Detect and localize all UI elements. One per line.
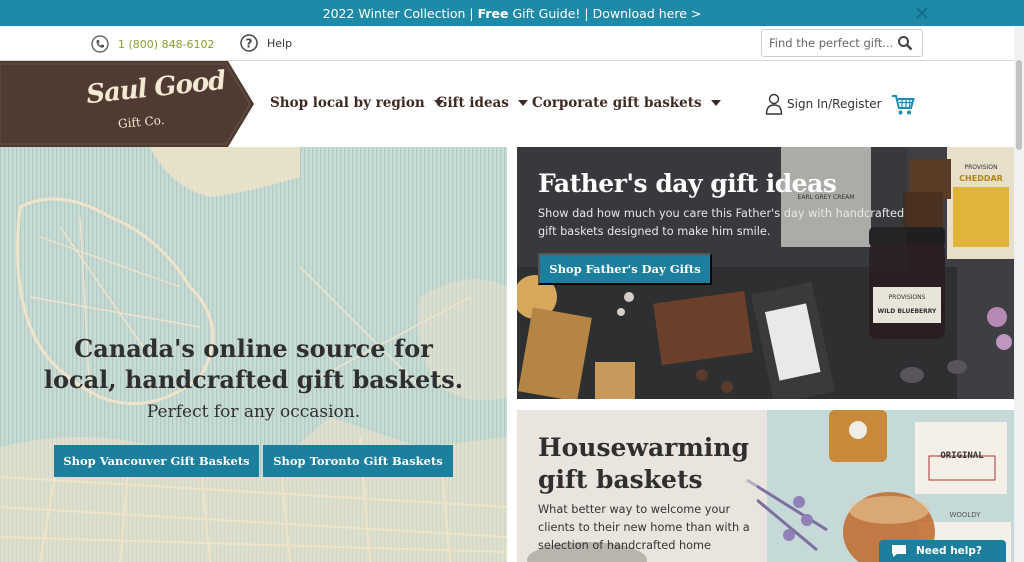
need-help-chat-button[interactable]: Need help? <box>879 540 1006 562</box>
search-icon[interactable] <box>897 35 913 51</box>
chat-icon <box>892 545 906 557</box>
help-label: Help <box>267 36 293 50</box>
announcement-bar[interactable]: 2022 Winter Collection | Free Gift Guide… <box>0 0 1024 26</box>
housewarming-title-line2: gift baskets <box>538 465 703 494</box>
svg-text:?: ? <box>246 37 253 51</box>
close-icon[interactable] <box>914 5 930 21</box>
announcement-prefix: 2022 Winter Collection | <box>322 5 474 21</box>
phone-number: 1 (800) 848-6102 <box>118 37 215 51</box>
announcement-middle: Gift Guide! <box>512 5 581 21</box>
jam-brand-label: PROVISIONS <box>889 294 926 301</box>
search-input[interactable] <box>769 36 893 50</box>
logo[interactable]: Saul Good Gift Co. <box>0 61 254 147</box>
housewarming-text: What better way to welcome your clients … <box>538 503 750 552</box>
nav-label: Shop local by region <box>270 95 425 111</box>
phone-link[interactable]: 1 (800) 848-6102 <box>91 35 215 53</box>
user-icon <box>765 93 783 115</box>
help-icon: ? <box>240 34 258 52</box>
help-link[interactable]: ? Help <box>240 34 292 52</box>
hero-subtitle: Perfect for any occasion. <box>146 402 361 422</box>
shop-fathers-day-button[interactable]: Shop Father's Day Gifts <box>538 253 712 285</box>
announcement-free: Free <box>477 5 509 21</box>
shop-toronto-button[interactable]: Shop Toronto Gift Baskets <box>263 445 453 477</box>
caret-down-icon <box>710 100 721 106</box>
main-header: Saul Good Gift Co. Shop local by region … <box>0 61 1024 147</box>
wooldy-label: WOOLDY <box>949 511 981 519</box>
hero-title-line1: Canada's online source for <box>74 334 433 363</box>
shop-vancouver-button[interactable]: Shop Vancouver Gift Baskets <box>54 445 259 477</box>
fathers-day-card[interactable]: EARL GREY CREAM PROVISION CHEDDAR PROVIS… <box>517 147 1014 399</box>
housewarming-title-line1: Housewarming <box>538 433 749 462</box>
nav-gift-ideas[interactable]: Gift ideas <box>436 95 528 111</box>
fathers-day-text: Show dad how much you care this Father's… <box>538 207 905 238</box>
cart-icon[interactable] <box>891 94 915 116</box>
search-box[interactable] <box>761 29 923 57</box>
phone-icon <box>91 35 109 53</box>
hero-title-line2: local, handcrafted gift baskets. <box>43 365 464 394</box>
original-label: ORIGINAL <box>940 451 984 461</box>
utility-bar: 1 (800) 848-6102 ? Help <box>0 26 1024 61</box>
need-help-label: Need help? <box>916 545 983 557</box>
cracker-brand-label: PROVISION <box>964 164 997 171</box>
jam-label: WILD BLUEBERRY <box>878 308 937 315</box>
nav-corporate-gift-baskets[interactable]: Corporate gift baskets <box>532 95 721 111</box>
caret-down-icon <box>517 100 528 106</box>
announcement-separator: | <box>584 5 589 21</box>
signin-label: Sign In/Register <box>787 97 882 111</box>
announcement-download-link[interactable]: Download here > <box>593 6 702 21</box>
hero-title: Canada's online source for local, handcr… <box>0 333 507 395</box>
scrollbar-thumb[interactable] <box>1016 60 1022 150</box>
signin-link[interactable]: Sign In/Register <box>765 93 882 115</box>
housewarming-title: Housewarming gift baskets <box>538 432 749 496</box>
page-scrollbar[interactable] <box>1014 26 1024 562</box>
hero-banner: Canada's online source for local, handcr… <box>0 147 507 562</box>
nav-shop-local[interactable]: Shop local by region <box>270 95 444 111</box>
nav-label: Corporate gift baskets <box>532 95 702 111</box>
fathers-day-title: Father's day gift ideas <box>538 169 837 198</box>
cracker-label: CHEDDAR <box>959 174 1003 183</box>
nav-label: Gift ideas <box>436 95 509 111</box>
